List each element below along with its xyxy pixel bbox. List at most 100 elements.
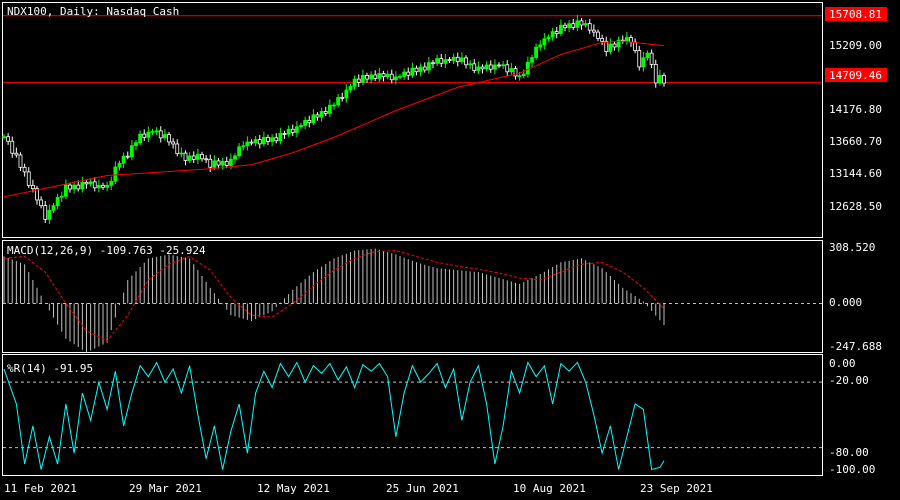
candle-body	[608, 43, 613, 53]
candle-body	[455, 56, 460, 63]
price-tick-label: 13144.60	[829, 167, 882, 180]
candle-body	[327, 104, 332, 114]
macd-panel	[3, 248, 822, 353]
candle-body	[187, 155, 192, 161]
candle-body	[200, 154, 204, 160]
macd-tick-label: 308.520	[829, 241, 875, 254]
candle-body	[270, 137, 275, 142]
candle-body	[274, 137, 279, 142]
candle-body	[393, 76, 398, 81]
level-label-upper: 15708.81	[829, 8, 882, 21]
candle-body	[39, 199, 44, 207]
candle-body	[191, 155, 196, 160]
candle-body	[645, 52, 650, 59]
candle-body	[604, 40, 609, 53]
candle-body	[550, 31, 555, 38]
candle-body	[641, 57, 646, 68]
candle-body	[208, 158, 213, 168]
candle-body	[80, 181, 85, 190]
candle-body	[385, 73, 390, 78]
candle-body	[476, 66, 481, 71]
candle-body	[596, 31, 600, 39]
candle-body	[113, 166, 118, 182]
candle-body	[101, 184, 105, 188]
candle-body	[600, 38, 605, 42]
candle-body	[92, 181, 97, 189]
level-label-lower: 14709.46	[829, 69, 882, 82]
candle-body	[612, 43, 617, 48]
candle-body	[373, 74, 378, 79]
wpr-tick-label: -20.00	[829, 374, 869, 387]
candle-body	[138, 133, 143, 144]
candle-body	[150, 130, 155, 133]
candle-body	[237, 146, 242, 157]
candle-body	[365, 75, 369, 80]
candle-body	[121, 155, 126, 164]
candle-body	[381, 73, 386, 78]
macd-tick-label: -247.688	[829, 340, 882, 353]
candle-body	[117, 162, 122, 168]
candle-body	[76, 184, 81, 190]
candle-body	[278, 133, 283, 142]
candle-body	[389, 73, 394, 81]
candle-body	[435, 58, 440, 64]
candle-body	[657, 75, 662, 84]
candle-body	[249, 141, 254, 144]
candle-body	[558, 24, 563, 34]
candle-body	[167, 134, 171, 143]
candle-body	[158, 130, 163, 139]
candle-body	[356, 78, 361, 83]
macd-title: MACD(12,26,9) -109.763 -25.924	[7, 244, 206, 257]
candle-body	[579, 20, 584, 26]
candle-body	[59, 195, 64, 198]
candle-body	[633, 41, 638, 51]
x-axis-label: 10 Aug 2021	[513, 482, 586, 495]
price-chart-title: NDX100, Daily: Nasdaq Cash	[7, 5, 179, 18]
candle-body	[501, 64, 506, 67]
candle-body	[96, 184, 101, 189]
candle-body	[319, 111, 324, 118]
candle-body	[154, 130, 159, 133]
candle-body	[484, 64, 489, 70]
candle-body	[175, 143, 180, 155]
candle-body	[311, 114, 316, 124]
candle-body	[72, 184, 77, 190]
candle-body	[447, 59, 452, 62]
x-axis-label: 25 Jun 2021	[386, 482, 459, 495]
candle-body	[480, 66, 485, 70]
williams-r-title: %R(14) -91.95	[7, 362, 93, 375]
candle-body	[451, 56, 456, 61]
candle-body	[398, 76, 402, 78]
candle-body	[538, 44, 543, 48]
candle-body	[360, 75, 365, 83]
williams-r-line	[3, 361, 665, 471]
candle-body	[55, 196, 60, 207]
williams-r-panel	[3, 361, 822, 471]
candle-body	[10, 140, 15, 154]
candle-body	[286, 128, 291, 135]
candle-body	[68, 184, 72, 190]
candle-body	[571, 23, 576, 28]
candle-body	[546, 36, 551, 40]
candle-body	[662, 75, 666, 84]
candle-body	[488, 64, 493, 70]
candle-body	[105, 184, 110, 188]
candle-body	[51, 205, 56, 211]
candle-body	[431, 62, 435, 65]
candle-body	[517, 75, 522, 78]
candle-body	[47, 209, 52, 220]
candle-body	[340, 97, 345, 99]
candle-body	[129, 145, 134, 158]
williams-panel-frame	[2, 354, 823, 476]
candle-body	[14, 152, 19, 156]
candle-body	[212, 160, 217, 168]
x-axis-label: 29 Mar 2021	[129, 482, 202, 495]
candle-body	[472, 63, 477, 71]
candle-body	[179, 152, 184, 155]
candle-body	[530, 57, 534, 63]
candle-body	[303, 120, 308, 126]
price-tick-label: 12628.50	[829, 200, 882, 213]
candle-body	[315, 114, 320, 118]
price-tick-label: 14176.80	[829, 103, 882, 116]
candle-body	[497, 64, 501, 67]
